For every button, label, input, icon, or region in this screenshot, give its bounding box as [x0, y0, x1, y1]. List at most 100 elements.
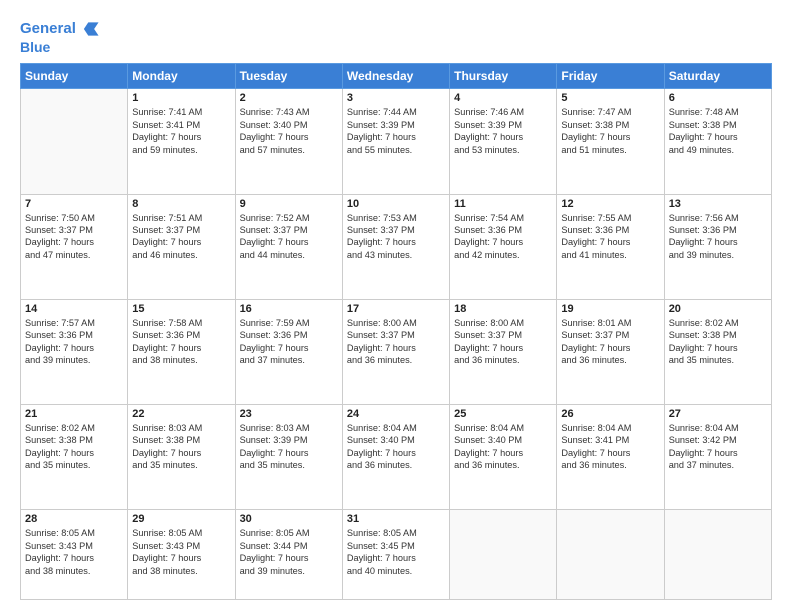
calendar-cell: 22 Sunrise: 8:03 AM Sunset: 3:38 PM Dayli… — [128, 405, 235, 510]
cell-info-text: Sunrise: 7:41 AM Sunset: 3:41 PM Dayligh… — [132, 106, 230, 156]
cell-info-text: Sunrise: 7:46 AM Sunset: 3:39 PM Dayligh… — [454, 106, 552, 156]
cell-info-text: Sunrise: 8:03 AM Sunset: 3:38 PM Dayligh… — [132, 422, 230, 472]
cell-info-text: Sunrise: 8:04 AM Sunset: 3:40 PM Dayligh… — [454, 422, 552, 472]
cell-info-text: Sunrise: 7:57 AM Sunset: 3:36 PM Dayligh… — [25, 317, 123, 367]
cell-day-number: 27 — [669, 408, 767, 420]
cell-info-text: Sunrise: 7:55 AM Sunset: 3:36 PM Dayligh… — [561, 212, 659, 262]
calendar-cell — [557, 510, 664, 600]
cell-day-number: 12 — [561, 198, 659, 210]
cell-info-text: Sunrise: 8:05 AM Sunset: 3:43 PM Dayligh… — [25, 527, 123, 577]
calendar-cell: 31 Sunrise: 8:05 AM Sunset: 3:45 PM Dayli… — [342, 510, 449, 600]
calendar-cell: 3 Sunrise: 7:44 AM Sunset: 3:39 PM Daylig… — [342, 89, 449, 194]
calendar-cell: 5 Sunrise: 7:47 AM Sunset: 3:38 PM Daylig… — [557, 89, 664, 194]
cell-day-number: 15 — [132, 303, 230, 315]
cell-day-number: 14 — [25, 303, 123, 315]
cell-day-number: 6 — [669, 92, 767, 104]
calendar-cell: 24 Sunrise: 8:04 AM Sunset: 3:40 PM Dayli… — [342, 405, 449, 510]
cell-info-text: Sunrise: 8:04 AM Sunset: 3:40 PM Dayligh… — [347, 422, 445, 472]
calendar-day-header: Saturday — [664, 64, 771, 89]
calendar-cell: 1Sunrise: 7:41 AM Sunset: 3:41 PM Daylig… — [128, 89, 235, 194]
cell-info-text: Sunrise: 8:04 AM Sunset: 3:41 PM Dayligh… — [561, 422, 659, 472]
calendar-cell: 20 Sunrise: 8:02 AM Sunset: 3:38 PM Dayli… — [664, 299, 771, 404]
calendar-table: SundayMondayTuesdayWednesdayThursdayFrid… — [20, 63, 772, 600]
cell-info-text: Sunrise: 7:47 AM Sunset: 3:38 PM Dayligh… — [561, 106, 659, 156]
cell-day-number: 20 — [669, 303, 767, 315]
header: General Blue — [20, 18, 772, 55]
calendar-day-header: Tuesday — [235, 64, 342, 89]
calendar-cell: 12 Sunrise: 7:55 AM Sunset: 3:36 PM Dayli… — [557, 194, 664, 299]
cell-day-number: 16 — [240, 303, 338, 315]
cell-day-number: 3 — [347, 92, 445, 104]
calendar-cell: 26 Sunrise: 8:04 AM Sunset: 3:41 PM Dayli… — [557, 405, 664, 510]
cell-day-number: 19 — [561, 303, 659, 315]
calendar-cell: 13 Sunrise: 7:56 AM Sunset: 3:36 PM Dayli… — [664, 194, 771, 299]
cell-info-text: Sunrise: 8:00 AM Sunset: 3:37 PM Dayligh… — [347, 317, 445, 367]
cell-day-number: 18 — [454, 303, 552, 315]
calendar-cell: 17 Sunrise: 8:00 AM Sunset: 3:37 PM Dayli… — [342, 299, 449, 404]
calendar-header-row: SundayMondayTuesdayWednesdayThursdayFrid… — [21, 64, 772, 89]
calendar-week-row: 28Sunrise: 8:05 AM Sunset: 3:43 PM Dayli… — [21, 510, 772, 600]
calendar-day-header: Friday — [557, 64, 664, 89]
cell-day-number: 8 — [132, 198, 230, 210]
calendar-day-header: Thursday — [450, 64, 557, 89]
cell-day-number: 2 — [240, 92, 338, 104]
calendar-cell: 30 Sunrise: 8:05 AM Sunset: 3:44 PM Dayli… — [235, 510, 342, 600]
cell-day-number: 22 — [132, 408, 230, 420]
calendar-week-row: 7Sunrise: 7:50 AM Sunset: 3:37 PM Daylig… — [21, 194, 772, 299]
calendar-cell: 21 Sunrise: 8:02 AM Sunset: 3:38 PM Dayli… — [21, 405, 128, 510]
cell-day-number: 13 — [669, 198, 767, 210]
calendar-cell: 10 Sunrise: 7:53 AM Sunset: 3:37 PM Dayli… — [342, 194, 449, 299]
cell-info-text: Sunrise: 7:43 AM Sunset: 3:40 PM Dayligh… — [240, 106, 338, 156]
calendar-cell: 18 Sunrise: 8:00 AM Sunset: 3:37 PM Dayli… — [450, 299, 557, 404]
cell-day-number: 31 — [347, 513, 445, 525]
calendar-cell: 6Sunrise: 7:48 AM Sunset: 3:38 PM Daylig… — [664, 89, 771, 194]
cell-day-number: 25 — [454, 408, 552, 420]
cell-info-text: Sunrise: 7:52 AM Sunset: 3:37 PM Dayligh… — [240, 212, 338, 262]
calendar-cell: 29Sunrise: 8:05 AM Sunset: 3:43 PM Dayli… — [128, 510, 235, 600]
cell-day-number: 4 — [454, 92, 552, 104]
logo-general: General — [20, 21, 76, 38]
cell-info-text: Sunrise: 8:04 AM Sunset: 3:42 PM Dayligh… — [669, 422, 767, 472]
cell-info-text: Sunrise: 8:05 AM Sunset: 3:45 PM Dayligh… — [347, 527, 445, 577]
calendar-cell — [664, 510, 771, 600]
calendar-cell: 14 Sunrise: 7:57 AM Sunset: 3:36 PM Dayli… — [21, 299, 128, 404]
page: General Blue SundayMondayTuesdayWednesda… — [0, 0, 792, 612]
calendar-week-row: 21 Sunrise: 8:02 AM Sunset: 3:38 PM Dayli… — [21, 405, 772, 510]
cell-info-text: Sunrise: 7:59 AM Sunset: 3:36 PM Dayligh… — [240, 317, 338, 367]
cell-info-text: Sunrise: 8:05 AM Sunset: 3:43 PM Dayligh… — [132, 527, 230, 577]
logo-flag-icon — [78, 18, 100, 40]
cell-info-text: Sunrise: 8:01 AM Sunset: 3:37 PM Dayligh… — [561, 317, 659, 367]
cell-day-number: 17 — [347, 303, 445, 315]
cell-info-text: Sunrise: 7:54 AM Sunset: 3:36 PM Dayligh… — [454, 212, 552, 262]
calendar-week-row: 1Sunrise: 7:41 AM Sunset: 3:41 PM Daylig… — [21, 89, 772, 194]
calendar-cell — [450, 510, 557, 600]
cell-day-number: 11 — [454, 198, 552, 210]
calendar-cell: 4 Sunrise: 7:46 AM Sunset: 3:39 PM Daylig… — [450, 89, 557, 194]
cell-info-text: Sunrise: 7:50 AM Sunset: 3:37 PM Dayligh… — [25, 212, 123, 262]
cell-day-number: 9 — [240, 198, 338, 210]
cell-info-text: Sunrise: 8:00 AM Sunset: 3:37 PM Dayligh… — [454, 317, 552, 367]
cell-info-text: Sunrise: 7:53 AM Sunset: 3:37 PM Dayligh… — [347, 212, 445, 262]
logo-blue: Blue — [20, 40, 100, 55]
cell-day-number: 10 — [347, 198, 445, 210]
cell-info-text: Sunrise: 7:51 AM Sunset: 3:37 PM Dayligh… — [132, 212, 230, 262]
cell-info-text: Sunrise: 8:02 AM Sunset: 3:38 PM Dayligh… — [25, 422, 123, 472]
cell-day-number: 21 — [25, 408, 123, 420]
calendar-cell: 28Sunrise: 8:05 AM Sunset: 3:43 PM Dayli… — [21, 510, 128, 600]
cell-info-text: Sunrise: 8:02 AM Sunset: 3:38 PM Dayligh… — [669, 317, 767, 367]
calendar-cell: 7Sunrise: 7:50 AM Sunset: 3:37 PM Daylig… — [21, 194, 128, 299]
cell-info-text: Sunrise: 7:58 AM Sunset: 3:36 PM Dayligh… — [132, 317, 230, 367]
calendar-day-header: Wednesday — [342, 64, 449, 89]
calendar-cell: 8 Sunrise: 7:51 AM Sunset: 3:37 PM Daylig… — [128, 194, 235, 299]
cell-day-number: 30 — [240, 513, 338, 525]
logo: General Blue — [20, 18, 100, 55]
calendar-cell: 16 Sunrise: 7:59 AM Sunset: 3:36 PM Dayli… — [235, 299, 342, 404]
cell-day-number: 5 — [561, 92, 659, 104]
calendar-cell: 2 Sunrise: 7:43 AM Sunset: 3:40 PM Daylig… — [235, 89, 342, 194]
cell-day-number: 26 — [561, 408, 659, 420]
cell-day-number: 24 — [347, 408, 445, 420]
cell-info-text: Sunrise: 7:56 AM Sunset: 3:36 PM Dayligh… — [669, 212, 767, 262]
cell-info-text: Sunrise: 8:05 AM Sunset: 3:44 PM Dayligh… — [240, 527, 338, 577]
calendar-cell: 15 Sunrise: 7:58 AM Sunset: 3:36 PM Dayli… — [128, 299, 235, 404]
cell-info-text: Sunrise: 7:44 AM Sunset: 3:39 PM Dayligh… — [347, 106, 445, 156]
